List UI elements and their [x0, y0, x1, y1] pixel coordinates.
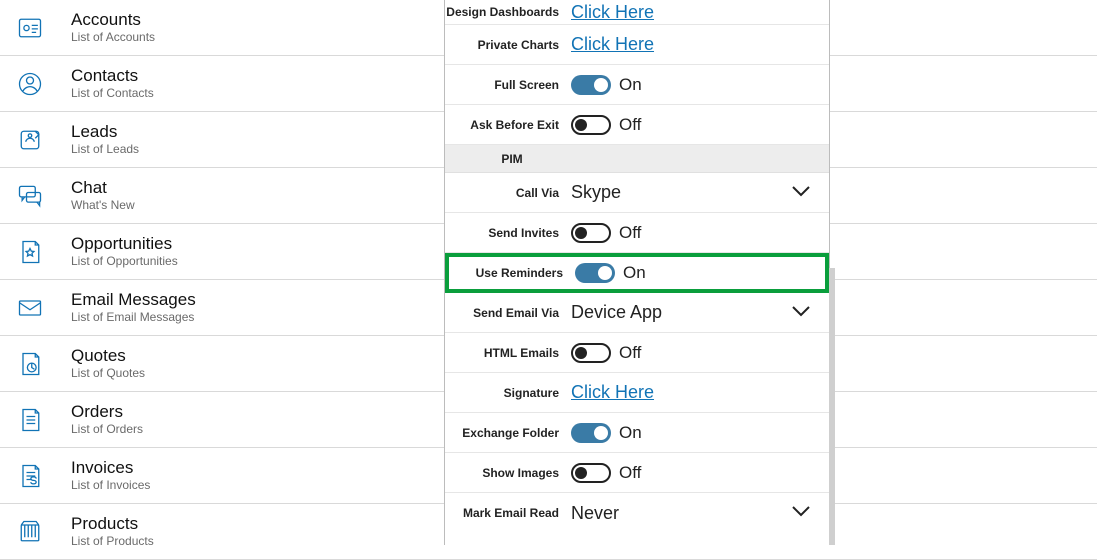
setting-mark-email-read[interactable]: Mark Email Read Never: [445, 493, 829, 533]
toggle-text: On: [619, 75, 642, 95]
orders-icon: [15, 405, 45, 435]
nav-sub: List of Email Messages: [71, 310, 196, 324]
nav-title: Products: [71, 515, 154, 534]
nav-sub: List of Leads: [71, 142, 139, 156]
leads-icon: [15, 125, 45, 155]
setting-use-reminders: Use Reminders On: [445, 253, 829, 293]
chevron-down-icon: [791, 304, 815, 322]
ask-before-exit-toggle[interactable]: [571, 115, 611, 135]
full-screen-toggle[interactable]: [571, 75, 611, 95]
show-images-toggle[interactable]: [571, 463, 611, 483]
nav-title: Opportunities: [71, 235, 178, 254]
toggle-text: Off: [619, 343, 641, 363]
setting-full-screen: Full Screen On: [445, 65, 829, 105]
private-charts-link[interactable]: Click Here: [571, 34, 654, 55]
toggle-text: Off: [619, 223, 641, 243]
send-invites-toggle[interactable]: [571, 223, 611, 243]
exchange-folder-toggle[interactable]: [571, 423, 611, 443]
setting-label: Signature: [445, 386, 569, 400]
nav-sub: List of Products: [71, 534, 154, 548]
nav-title: Email Messages: [71, 291, 196, 310]
opportunities-icon: [15, 237, 45, 267]
setting-design-dashboards: Design Dashboards Click Here: [445, 0, 829, 25]
setting-exchange-folder: Exchange Folder On: [445, 413, 829, 453]
send-email-via-value: Device App: [571, 302, 791, 323]
toggle-text: On: [623, 263, 646, 283]
toggle-text: Off: [619, 115, 641, 135]
setting-signature: Signature Click Here: [445, 373, 829, 413]
chat-icon: [15, 181, 45, 211]
chevron-down-icon: [791, 504, 815, 522]
setting-private-charts: Private Charts Click Here: [445, 25, 829, 65]
nav-title: Invoices: [71, 459, 150, 478]
setting-label: Private Charts: [445, 38, 569, 52]
nav-sub: What's New: [71, 198, 135, 212]
nav-title: Accounts: [71, 11, 155, 30]
setting-ask-before-exit: Ask Before Exit Off: [445, 105, 829, 145]
setting-label: Full Screen: [445, 78, 569, 92]
email-icon: [15, 293, 45, 323]
section-title: PIM: [501, 152, 522, 166]
accounts-icon: [15, 13, 45, 43]
setting-label: Call Via: [445, 186, 569, 200]
nav-sub: List of Contacts: [71, 86, 154, 100]
setting-label: Send Email Via: [445, 306, 569, 320]
setting-label: Send Invites: [445, 226, 569, 240]
nav-title: Orders: [71, 403, 143, 422]
setting-html-emails: HTML Emails Off: [445, 333, 829, 373]
nav-sub: List of Orders: [71, 422, 143, 436]
setting-label: Design Dashboards: [445, 5, 569, 19]
nav-sub: List of Accounts: [71, 30, 155, 44]
chevron-down-icon: [791, 184, 815, 202]
setting-label: Ask Before Exit: [445, 118, 569, 132]
nav-title: Leads: [71, 123, 139, 142]
setting-label: HTML Emails: [445, 346, 569, 360]
nav-title: Chat: [71, 179, 135, 198]
use-reminders-toggle[interactable]: [575, 263, 615, 283]
nav-title: Quotes: [71, 347, 145, 366]
contacts-icon: [15, 69, 45, 99]
nav-sub: List of Quotes: [71, 366, 145, 380]
setting-label: Show Images: [445, 466, 569, 480]
setting-label: Mark Email Read: [445, 506, 569, 520]
mark-email-read-value: Never: [571, 503, 791, 524]
products-icon: [15, 517, 45, 547]
html-emails-toggle[interactable]: [571, 343, 611, 363]
toggle-text: On: [619, 423, 642, 443]
nav-sub: List of Opportunities: [71, 254, 178, 268]
nav-title: Contacts: [71, 67, 154, 86]
setting-send-invites: Send Invites Off: [445, 213, 829, 253]
setting-show-images: Show Images Off: [445, 453, 829, 493]
quotes-icon: [15, 349, 45, 379]
settings-panel: Design Dashboards Click Here Private Cha…: [444, 0, 830, 545]
section-header-pim: PIM: [445, 145, 829, 173]
call-via-value: Skype: [571, 182, 791, 203]
setting-label: Use Reminders: [449, 266, 573, 280]
toggle-text: Off: [619, 463, 641, 483]
setting-send-email-via[interactable]: Send Email Via Device App: [445, 293, 829, 333]
design-dashboards-link[interactable]: Click Here: [571, 2, 654, 23]
invoices-icon: [15, 461, 45, 491]
setting-label: Exchange Folder: [445, 426, 569, 440]
setting-call-via[interactable]: Call Via Skype: [445, 173, 829, 213]
signature-link[interactable]: Click Here: [571, 382, 654, 403]
nav-sub: List of Invoices: [71, 478, 150, 492]
scrollbar-track[interactable]: [829, 268, 835, 545]
